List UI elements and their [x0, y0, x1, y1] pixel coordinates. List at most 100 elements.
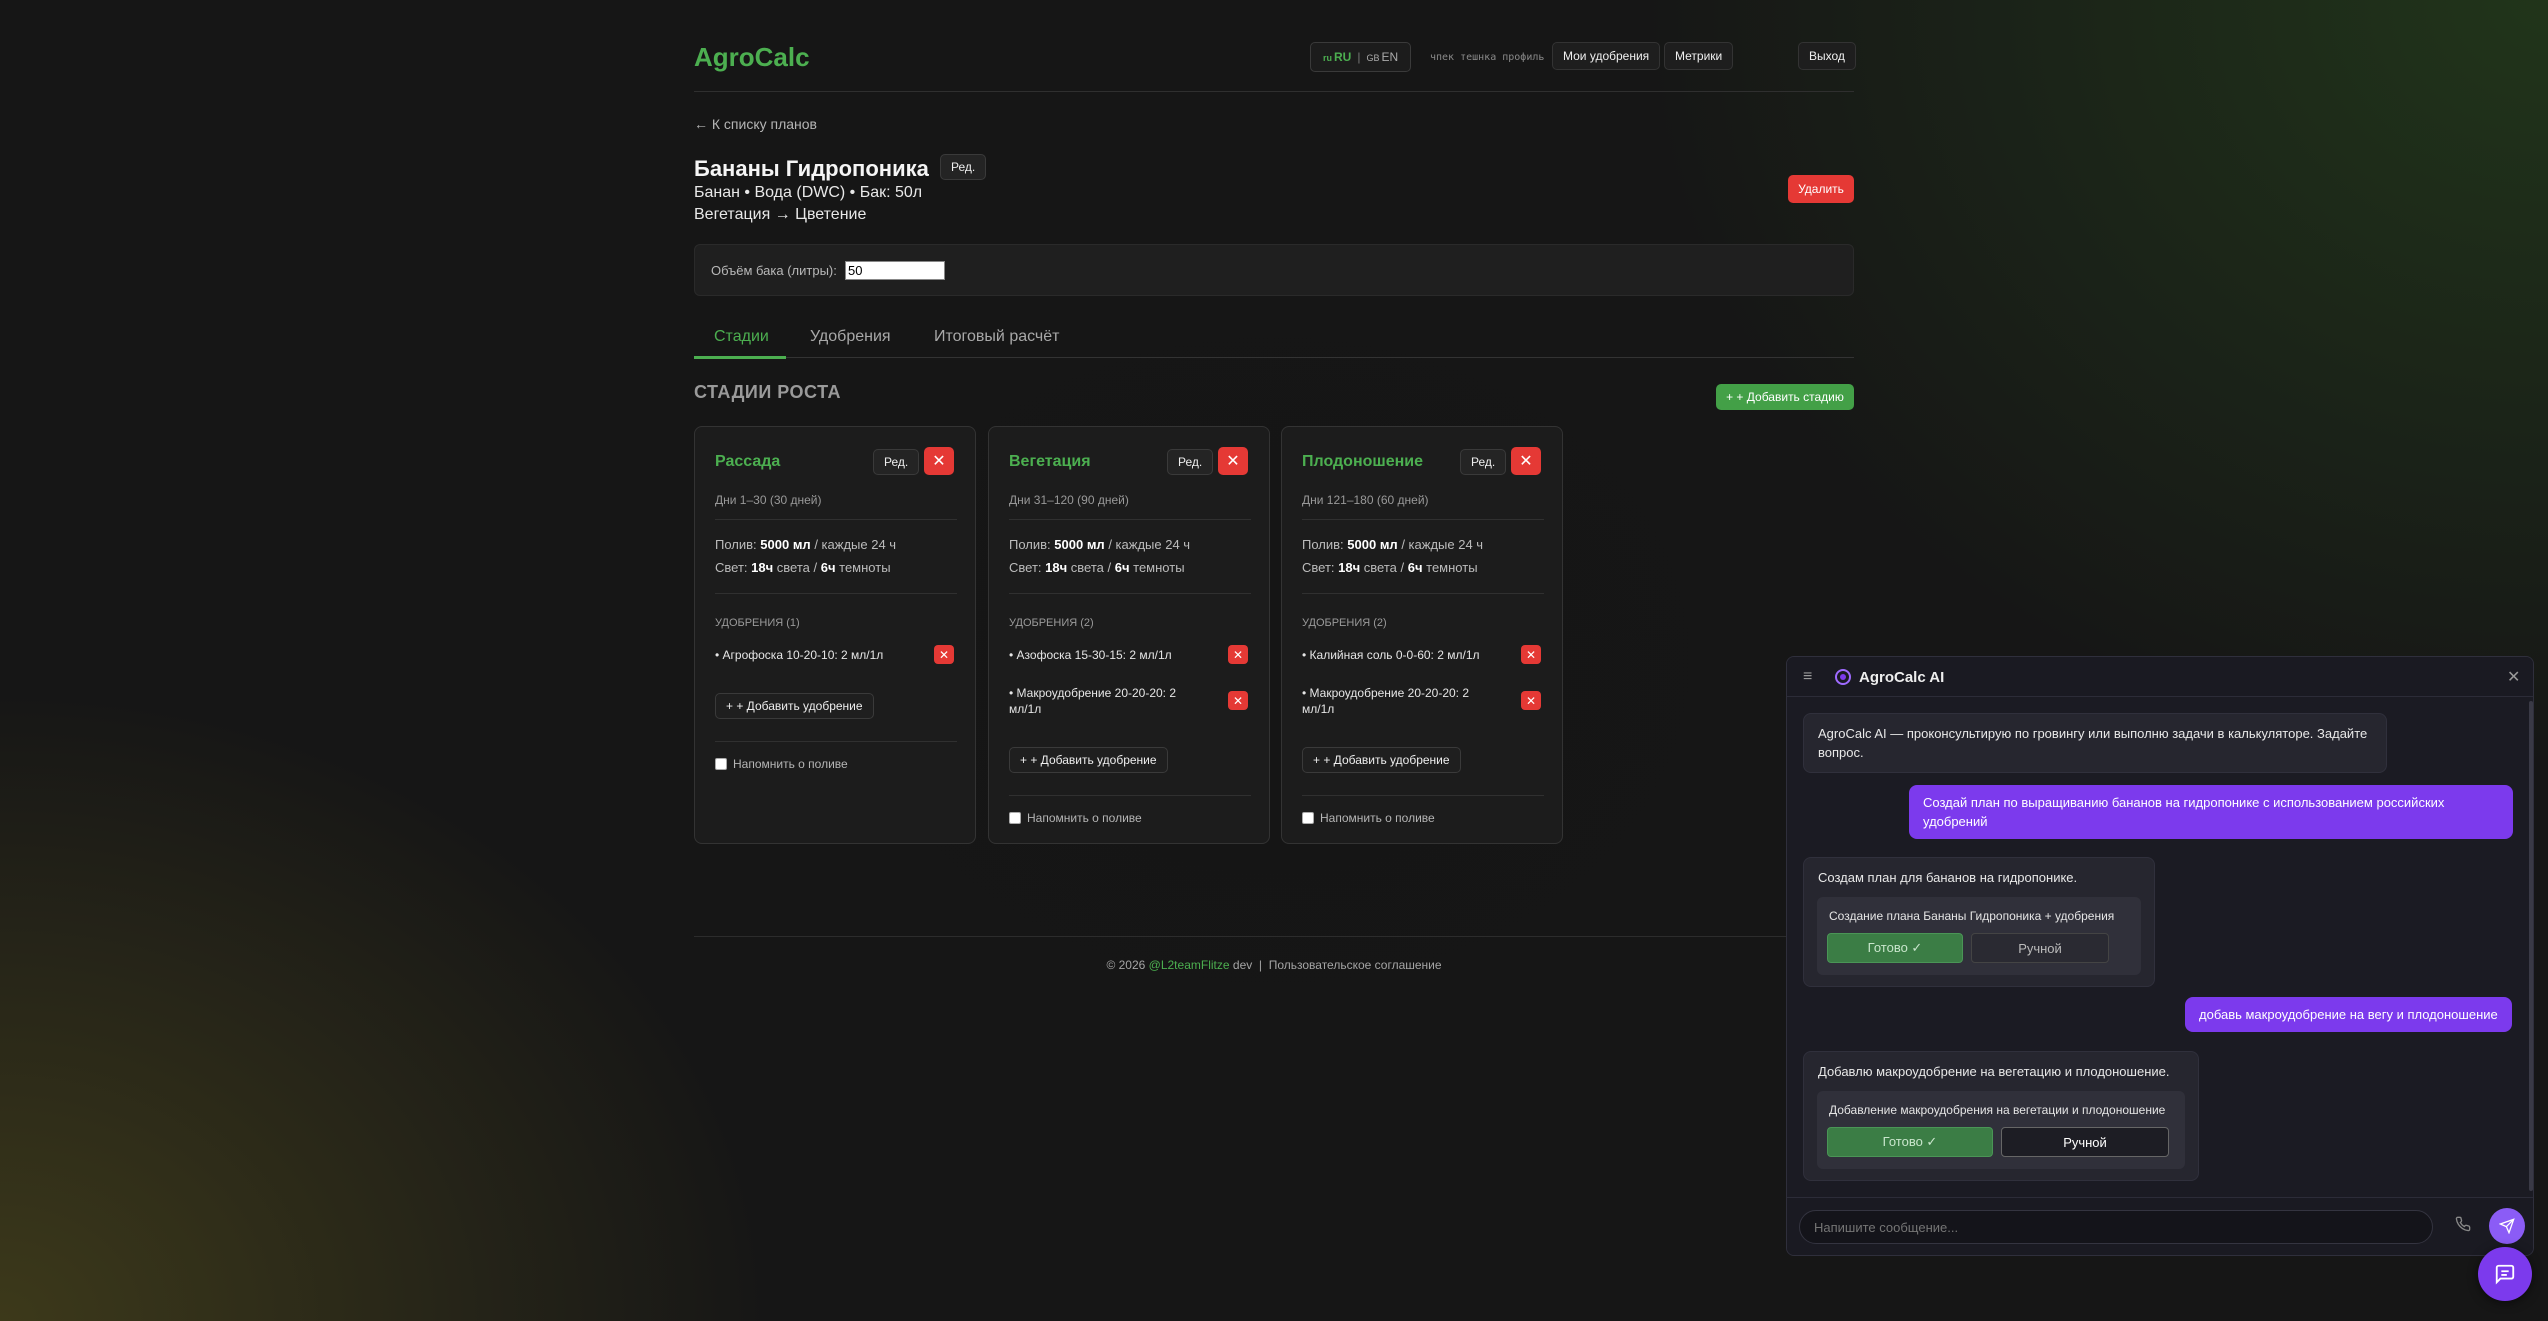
delete-plan-button[interactable]: Удалить: [1788, 175, 1854, 203]
tab-fertilizers[interactable]: Удобрения: [810, 328, 891, 346]
watering-reminder[interactable]: Напомнить о поливе: [715, 757, 848, 771]
user-agreement-link[interactable]: Пользовательское соглашение: [1269, 958, 1442, 972]
plan-subtitle: Банан • Вода (DWC) • Бак: 50л: [694, 184, 923, 201]
footer-separator: |: [1258, 958, 1263, 972]
reminder-label: Напомнить о поливе: [1320, 811, 1435, 825]
task-title: Добавление макроудобрения на вегетации и…: [1829, 1103, 2166, 1117]
close-icon[interactable]: ✕: [2507, 667, 2520, 687]
edit-stage-button[interactable]: Ред.: [1460, 449, 1507, 475]
lang-ru-label: RU: [1334, 50, 1352, 64]
ai-chat-panel: ≡ AgroCalc AI ✕ AgroCalc AI — проконсуль…: [1786, 656, 2534, 1256]
stage-light: Свет: 18ч света / 6ч темноты: [1302, 560, 1478, 575]
fertilizer-item: • Макроудобрение 20-20-20: 2 мл/1л: [1009, 686, 1177, 716]
stages-section-title: СТАДИИ РОСТА: [694, 382, 841, 402]
chat-message-input[interactable]: [1799, 1210, 2433, 1244]
back-to-plans-link[interactable]: ← К списку планов: [694, 116, 817, 132]
author-link[interactable]: @L2teamFlitze: [1149, 958, 1230, 972]
stage-days: Дни 121–180 (60 дней): [1302, 493, 1429, 507]
reminder-checkbox[interactable]: [715, 758, 727, 770]
footer-suffix: dev: [1232, 958, 1253, 972]
add-fertilizer-button[interactable]: + + Добавить удобрение: [1302, 747, 1461, 773]
chat-title: AgroCalc AI: [1859, 669, 1945, 686]
task-card: Добавление макроудобрения на вегетации и…: [1817, 1091, 2185, 1169]
task-manual-button[interactable]: Ручной: [1971, 933, 2109, 963]
fertilizer-item: • Макроудобрение 20-20-20: 2 мл/1л: [1302, 686, 1470, 716]
close-icon: ✕: [1232, 693, 1244, 708]
lang-en-label: EN: [1381, 50, 1399, 64]
task-manual-button[interactable]: Ручной: [2001, 1127, 2169, 1157]
reminder-checkbox[interactable]: [1302, 812, 1314, 824]
edit-plan-button[interactable]: Ред.: [940, 154, 987, 180]
user-message: добавь макроудобрение на вегу и плодонош…: [2185, 997, 2512, 1032]
edit-stage-button[interactable]: Ред.: [873, 449, 920, 475]
lang-ru-option[interactable]: ru RU: [1323, 50, 1351, 64]
divider: [715, 741, 957, 742]
remove-fertilizer-button[interactable]: ✕: [1228, 645, 1248, 664]
add-stage-button[interactable]: + + Добавить стадию: [1716, 384, 1854, 410]
tank-volume-input[interactable]: [845, 261, 945, 280]
tab-summary[interactable]: Итоговый расчёт: [934, 328, 1060, 346]
language-switcher: ru RU | GB EN: [1310, 42, 1412, 72]
fertilizer-item: • Агрофоска 10-20-10: 2 мл/1л: [715, 648, 884, 662]
task-card: Создание плана Бананы Гидропоника + удоб…: [1817, 897, 2141, 975]
remove-fertilizer-button[interactable]: ✕: [934, 645, 954, 664]
reminder-checkbox[interactable]: [1009, 812, 1021, 824]
send-icon: [2499, 1218, 2515, 1234]
ai-message: AgroCalc AI — проконсультирую по гровинг…: [1803, 713, 2387, 773]
chat-toggle-button[interactable]: [2478, 1247, 2532, 1301]
divider: [1302, 795, 1544, 796]
stage-days: Дни 31–120 (90 дней): [1009, 493, 1129, 507]
stage-card-seedling: Рассада Ред. ✕ Дни 1–30 (30 дней) Полив:…: [694, 426, 976, 844]
task-title: Создание плана Бананы Гидропоника + удоб…: [1829, 909, 2115, 923]
close-icon: ✕: [1525, 647, 1537, 662]
divider: [1009, 795, 1251, 796]
task-done-button[interactable]: Готово ✓: [1827, 1127, 1993, 1157]
chat-bubble-icon: [2495, 1264, 2515, 1285]
reminder-label: Напомнить о поливе: [1027, 811, 1142, 825]
user-message: Создай план по выращиванию бананов на ги…: [1909, 785, 2513, 839]
fertilizer-item: • Азофоска 15-30-15: 2 мл/1л: [1009, 648, 1172, 662]
plan-stages-summary: Вегетация → Цветение: [694, 206, 867, 223]
close-icon: ✕: [1525, 693, 1537, 708]
remove-fertilizer-button[interactable]: ✕: [1521, 645, 1541, 664]
delete-stage-button[interactable]: ✕: [1511, 447, 1541, 475]
footer-copyright: © 2026: [1106, 958, 1146, 972]
watering-reminder[interactable]: Напомнить о поливе: [1009, 811, 1142, 825]
stage-card-fruiting: Плодоношение Ред. ✕ Дни 121–180 (60 дней…: [1281, 426, 1563, 844]
ai-logo-icon: [1835, 669, 1851, 685]
lang-en-option[interactable]: GB EN: [1366, 50, 1398, 64]
divider: [1009, 519, 1251, 520]
watering-reminder[interactable]: Напомнить о поливе: [1302, 811, 1435, 825]
remove-fertilizer-button[interactable]: ✕: [1228, 691, 1248, 710]
send-button[interactable]: [2489, 1208, 2525, 1244]
logout-button[interactable]: Выход: [1798, 42, 1856, 70]
active-tab-indicator: [694, 356, 786, 359]
fertilizers-header: УДОБРЕНИЯ (1): [715, 617, 800, 629]
footer: © 2026 @L2teamFlitze dev | Пользовательс…: [694, 958, 1854, 972]
phone-icon[interactable]: [2455, 1216, 2471, 1237]
my-fertilizers-button[interactable]: Мои удобрения: [1552, 42, 1661, 70]
divider: [1009, 593, 1251, 594]
stage-watering: Полив: 5000 мл / каждые 24 ч: [1009, 537, 1191, 552]
chat-scrollbar[interactable]: [2529, 701, 2533, 1191]
chat-header: ≡ AgroCalc AI ✕: [1787, 657, 2533, 697]
lang-separator: |: [1357, 50, 1361, 64]
add-fertilizer-button[interactable]: + + Добавить удобрение: [1009, 747, 1168, 773]
ai-message-text: Добавлю макроудобрение на вегетацию и пл…: [1818, 1064, 2170, 1079]
delete-stage-button[interactable]: ✕: [1218, 447, 1248, 475]
logo[interactable]: AgroCalc: [694, 42, 810, 73]
menu-icon[interactable]: ≡: [1803, 669, 1812, 685]
metrics-button[interactable]: Метрики: [1664, 42, 1734, 70]
delete-stage-button[interactable]: ✕: [924, 447, 954, 475]
add-fertilizer-button[interactable]: + + Добавить удобрение: [715, 693, 874, 719]
remove-fertilizer-button[interactable]: ✕: [1521, 691, 1541, 710]
edit-stage-button[interactable]: Ред.: [1167, 449, 1214, 475]
tab-bar: Стадии Удобрения Итоговый расчёт: [694, 318, 1854, 359]
top-header: AgroCalc ru RU | GB EN чпек тешнка профиль…: [694, 38, 1856, 92]
task-done-button[interactable]: Готово ✓: [1827, 933, 1963, 963]
ru-flag-icon: ru: [1323, 53, 1332, 63]
tab-stages[interactable]: Стадии: [714, 328, 769, 346]
stage-light: Свет: 18ч света / 6ч темноты: [715, 560, 891, 575]
stage-card-vegetation: Вегетация Ред. ✕ Дни 31–120 (90 дней) По…: [988, 426, 1270, 844]
fertilizers-header: УДОБРЕНИЯ (2): [1302, 617, 1387, 629]
